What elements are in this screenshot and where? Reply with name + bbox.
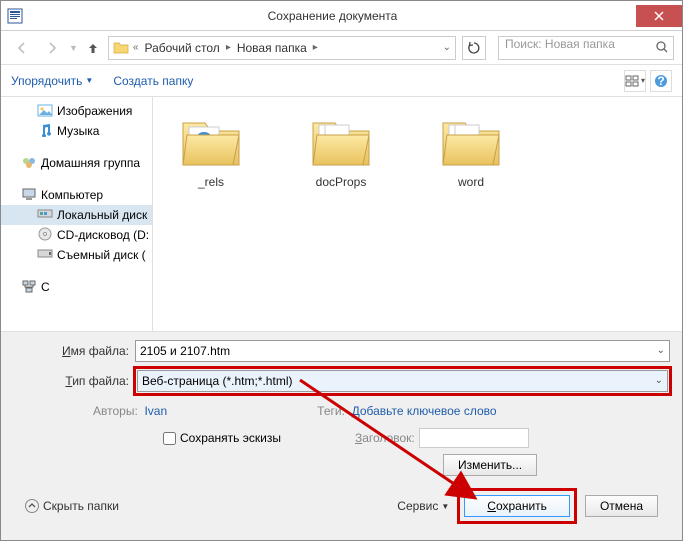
chevron-down-icon: ▾ [641,76,645,85]
usb-drive-icon [37,247,53,263]
cd-icon [37,227,53,243]
hide-folders-button[interactable]: Скрыть папки [25,499,119,513]
cancel-button[interactable]: Отмена [585,495,658,517]
tree-item-removable[interactable]: Съемный диск ( [1,245,152,265]
help-icon: ? [654,74,668,88]
help-button[interactable]: ? [650,70,672,92]
filetype-label: Тип файла: [13,374,129,388]
save-thumbnails-label: Сохранять эскизы [180,431,281,445]
chevron-down-icon: ⌄ [655,375,663,386]
save-thumbnails-checkbox[interactable] [163,432,176,445]
tags-label: Теги: [317,404,345,418]
nav-row: ▼ « Рабочий стол ▸ Новая папка ▸ ⌄ Поиск… [1,31,682,65]
author-value[interactable]: Ivan [144,404,167,418]
add-tags-link[interactable]: Добавьте ключевое слово [352,404,497,418]
refresh-icon [467,41,481,55]
back-button[interactable] [9,35,35,61]
search-placeholder: Поиск: Новая папка [505,37,615,51]
arrow-left-icon [15,41,29,55]
recent-dropdown-icon[interactable]: ▼ [69,43,78,53]
folder-icon [175,113,247,171]
images-icon [37,103,53,119]
filetype-select[interactable]: Веб-страница (*.htm;*.html)⌄ [137,370,668,392]
chevron-right-icon: ▸ [224,42,233,53]
refresh-button[interactable] [462,36,486,60]
breadcrumb[interactable]: « Рабочий стол ▸ Новая папка ▸ ⌄ [108,36,456,60]
up-button[interactable] [82,37,104,59]
drive-icon [37,207,53,223]
bottom-panel: Имя файла: 2105 и 2107.htm⌄ Тип файла: В… [1,331,682,540]
tree-item-music[interactable]: Музыка [1,121,152,141]
music-icon [37,123,53,139]
view-options-button[interactable]: ▾ [624,70,646,92]
organize-button[interactable]: Упорядочить ▼ [11,74,93,88]
file-list[interactable]: _rels docProps word [153,97,682,331]
heading-input[interactable] [419,428,529,448]
svg-text:?: ? [657,74,664,88]
arrow-right-icon [45,41,59,55]
close-icon [654,11,664,21]
filename-input[interactable]: 2105 и 2107.htm⌄ [135,340,670,362]
search-input[interactable]: Поиск: Новая папка [498,36,674,60]
search-icon [655,40,669,57]
chevron-icon: « [131,42,141,53]
folder-label: docProps [316,175,367,189]
tree-item-network[interactable]: С [1,277,152,297]
chevron-down-icon: ▼ [85,76,93,85]
arrow-up-icon [86,41,100,55]
tree-item-images[interactable]: Изображения [1,101,152,121]
chevron-down-icon: ▼ [441,502,449,511]
breadcrumb-item[interactable]: Новая папка [235,41,309,55]
tree-item-homegroup[interactable]: Домашняя группа [1,153,152,173]
window-title: Сохранение документа [29,9,636,23]
filename-label: Имя файла: [13,344,129,358]
network-icon [21,279,37,295]
footer: Скрыть папки Сервис ▼ Сохранить Отмена [13,482,670,530]
computer-icon [21,187,37,203]
save-button[interactable]: Сохранить [464,495,570,517]
authors-label: Авторы: [93,404,138,418]
nav-tree: Изображения Музыка Домашняя группа Компь… [1,97,153,331]
folder-icon [435,113,507,171]
folder-icon [113,40,129,56]
change-button[interactable]: Изменить... [443,454,537,476]
tree-item-localdisk[interactable]: Локальный диск [1,205,152,225]
chevron-up-icon [25,499,39,513]
breadcrumb-item[interactable]: Рабочий стол [142,41,221,55]
tree-item-cd[interactable]: CD-дисковод (D: [1,225,152,245]
homegroup-icon [21,155,37,171]
breadcrumb-dropdown-icon[interactable]: ⌄ [443,42,451,53]
folder-item[interactable]: word [421,113,521,189]
toolbar: Упорядочить ▼ Создать папку ▾ ? [1,65,682,97]
close-button[interactable] [636,5,682,27]
folder-label: _rels [198,175,224,189]
forward-button[interactable] [39,35,65,61]
folder-item[interactable]: _rels [161,113,261,189]
chevron-down-icon: ⌄ [657,345,665,356]
folder-icon [305,113,377,171]
tree-item-computer[interactable]: Компьютер [1,185,152,205]
view-icon [625,75,639,87]
folder-label: word [458,175,484,189]
service-button[interactable]: Сервис ▼ [397,499,449,513]
chevron-right-icon: ▸ [311,42,320,53]
app-icon [7,8,23,24]
heading-label: Заголовок: [355,431,415,445]
folder-item[interactable]: docProps [291,113,391,189]
new-folder-button[interactable]: Создать папку [113,74,193,88]
titlebar: Сохранение документа [1,1,682,31]
